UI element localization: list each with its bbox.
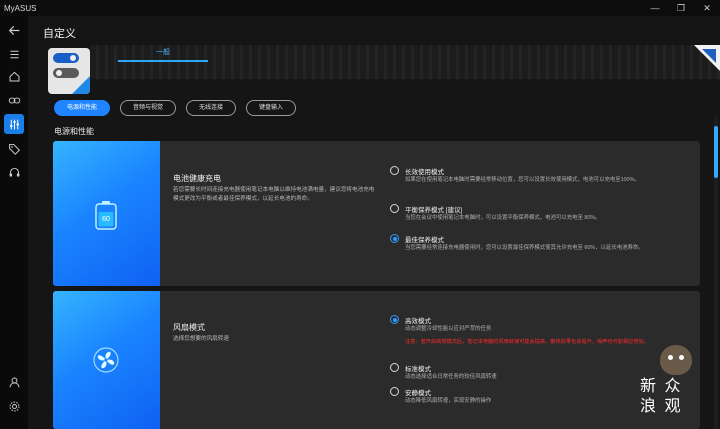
fan-icon <box>93 347 119 373</box>
minimize-button[interactable]: — <box>642 0 668 16</box>
option-label: 长效使用模式 <box>405 169 444 176</box>
option-label: 最佳保养模式 <box>405 237 444 244</box>
watermark-line-2: 浪 观 <box>640 398 683 415</box>
user-icon[interactable] <box>4 372 24 392</box>
hamburger-menu-icon[interactable] <box>4 44 24 64</box>
app-title: MyASUS <box>4 3 37 13</box>
battery-health-card: 60 电池健康充电 若您需要长时间连接充电器使用笔记本电脑以维持电池满电量，建议… <box>53 141 700 286</box>
fan-mode-card: 风扇模式 选择您想要的风扇转速 高效模式 动态调整冷却性能以应对严苛的任务 注意… <box>53 291 700 429</box>
gear-icon[interactable] <box>4 396 24 416</box>
fan-card-description: 选择您想要的风扇转速 <box>173 336 229 342</box>
radio-balanced[interactable] <box>390 204 399 213</box>
home-icon[interactable] <box>4 66 24 86</box>
battery-card-description: 若您需要长时间连接充电器使用笔记本电脑以维持电池满电量，建议您将电池充电模式更改… <box>173 187 375 202</box>
option-label: 高效模式 <box>405 318 431 325</box>
section-title: 电源和性能 <box>54 127 94 136</box>
banner-corner-decoration <box>694 45 720 71</box>
option-label: 平衡保养模式 [建议] <box>405 207 463 214</box>
option-description: 动态调整冷却性能以应对严苛的任务 <box>405 326 492 332</box>
page-title: 自定义 <box>43 28 76 40</box>
battery-card-title: 电池健康充电 <box>173 174 221 183</box>
battery-icon-value: 60 <box>102 216 110 223</box>
watermark: 新 众 浪 观 <box>640 345 704 421</box>
title-bar: MyASUS — ❐ ✕ <box>0 0 720 16</box>
maximize-button[interactable]: ❐ <box>668 0 694 16</box>
tag-icon[interactable] <box>4 138 24 158</box>
link-icon[interactable] <box>4 90 24 110</box>
radio-maximum-selected[interactable] <box>390 234 399 243</box>
option-description: 当您在会议中使用笔记本电脑时，可以设置平衡保养模式，电池可以充电至 80%。 <box>405 215 601 221</box>
watermark-mascot-icon <box>660 345 692 375</box>
radio-longevity[interactable] <box>390 166 399 175</box>
headset-icon[interactable] <box>4 162 24 182</box>
fan-card-title: 风扇模式 <box>173 323 205 332</box>
battery-card-image: 60 <box>53 141 160 286</box>
watermark-line-1: 新 众 <box>640 378 683 395</box>
option-description: 如果您在使用笔记本电脑时需要经常移动位置，您可以设置长效使用模式，电池可以充电至… <box>405 177 640 183</box>
battery-icon: 60 <box>95 201 117 230</box>
option-label: 安静模式 <box>405 390 431 397</box>
back-arrow-icon[interactable] <box>4 20 24 40</box>
sliders-icon[interactable] <box>4 114 24 134</box>
radio-whisper[interactable] <box>390 387 399 396</box>
close-button[interactable]: ✕ <box>694 0 720 16</box>
radio-performance-selected[interactable] <box>390 315 399 324</box>
radio-standard[interactable] <box>390 363 399 372</box>
chip-wireless[interactable]: 无线连接 <box>186 100 237 116</box>
scrollbar-thumb[interactable] <box>714 126 718 178</box>
watermark-text: 新 众 浪 观 <box>640 377 682 417</box>
chip-keyboard-input[interactable]: 键盘输入 <box>246 100 297 116</box>
chip-audio-visual[interactable]: 音频与视觉 <box>120 100 177 116</box>
customization-thumbnail <box>48 48 90 94</box>
category-chips: 电源和性能 音频与视觉 无线连接 键盘输入 <box>54 100 297 116</box>
sidebar <box>0 16 28 429</box>
tab-general[interactable]: 一般 <box>118 46 208 62</box>
option-label: 标准模式 <box>405 366 431 373</box>
chip-power-performance[interactable]: 电源和性能 <box>54 100 111 116</box>
fan-card-image <box>53 291 160 429</box>
option-description: 当您需要经常连接充电器使用时，您可以设置最佳保养模式使其允许充电至 60%，以延… <box>405 245 644 251</box>
main-content: 自定义 一般 电源和性能 音频与视觉 无线连接 键盘输入 电源和性能 60 电池… <box>28 16 720 429</box>
